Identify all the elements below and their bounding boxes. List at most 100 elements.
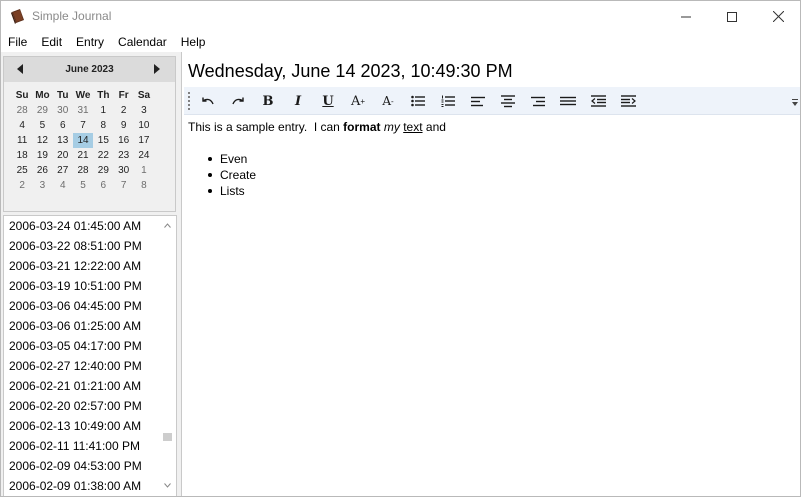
entry-list-scrollbar[interactable]: [159, 216, 176, 496]
calendar-day[interactable]: 30: [53, 103, 73, 118]
calendar-day[interactable]: 2: [113, 103, 133, 118]
calendar-month-title[interactable]: June 2023: [4, 64, 175, 75]
minimize-button[interactable]: [663, 1, 709, 32]
underline-button[interactable]: U: [316, 91, 340, 111]
calendar-day[interactable]: 7: [73, 118, 93, 133]
calendar-day[interactable]: 30: [113, 163, 133, 178]
bullets-button[interactable]: [406, 91, 430, 111]
align-center-button[interactable]: [496, 91, 520, 111]
calendar-day[interactable]: 4: [53, 178, 73, 193]
justify-button[interactable]: [556, 91, 580, 111]
menu-calendar[interactable]: Calendar: [111, 32, 174, 52]
undo-button[interactable]: [196, 91, 220, 111]
entry-list-item[interactable]: 2006-02-09 01:38:00 AM: [4, 476, 176, 496]
editor-text: This is a sample entry. I can: [188, 120, 344, 134]
weekday-label: Mo: [35, 90, 50, 101]
calendar-day[interactable]: 24: [134, 148, 154, 163]
calendar-day[interactable]: 28: [73, 163, 93, 178]
month-calendar: June 2023 Su Mo Tu We Th Fr Sa 28 29 30 …: [3, 56, 176, 212]
calendar-day[interactable]: 6: [53, 118, 73, 133]
toolbar-grip[interactable]: [188, 91, 190, 111]
calendar-day[interactable]: 9: [113, 118, 133, 133]
calendar-day[interactable]: 22: [93, 148, 113, 163]
entry-list-item[interactable]: 2006-03-24 01:45:00 AM: [4, 216, 176, 236]
calendar-day[interactable]: 28: [12, 103, 32, 118]
entry-list-item[interactable]: 2006-02-27 12:40:00 PM: [4, 356, 176, 376]
close-button[interactable]: [755, 1, 800, 32]
calendar-day[interactable]: 5: [32, 118, 52, 133]
calendar-day[interactable]: 29: [32, 103, 52, 118]
bold-button[interactable]: B: [256, 91, 280, 111]
shrink-font-label: A: [382, 94, 391, 108]
title-bar[interactable]: Simple Journal: [1, 1, 800, 32]
weekday-label: Su: [15, 90, 29, 101]
calendar-day[interactable]: 19: [32, 148, 52, 163]
menu-edit[interactable]: Edit: [34, 32, 69, 52]
italic-button[interactable]: I: [286, 91, 310, 111]
calendar-day[interactable]: 27: [53, 163, 73, 178]
calendar-day[interactable]: 26: [32, 163, 52, 178]
calendar-week: 11 12 13 14 15 16 17: [12, 133, 174, 148]
calendar-day[interactable]: 6: [93, 178, 113, 193]
entry-list-item[interactable]: 2006-03-06 01:25:00 AM: [4, 316, 176, 336]
calendar-day[interactable]: 23: [113, 148, 133, 163]
calendar-day[interactable]: 1: [134, 163, 154, 178]
menu-entry[interactable]: Entry: [69, 32, 111, 52]
calendar-day[interactable]: 31: [73, 103, 93, 118]
calendar-day[interactable]: 8: [93, 118, 113, 133]
calendar-day[interactable]: 10: [134, 118, 154, 133]
editor-list-item: Even: [206, 151, 788, 167]
entry-list-item[interactable]: 2006-02-21 01:21:00 AM: [4, 376, 176, 396]
calendar-day[interactable]: 1: [93, 103, 113, 118]
align-right-button[interactable]: [526, 91, 550, 111]
calendar-day[interactable]: 12: [32, 133, 52, 148]
menu-file[interactable]: File: [1, 32, 34, 52]
entry-list-item[interactable]: 2006-02-09 04:53:00 PM: [4, 456, 176, 476]
calendar-day[interactable]: 3: [32, 178, 52, 193]
calendar-day[interactable]: 5: [73, 178, 93, 193]
calendar-day[interactable]: 21: [73, 148, 93, 163]
scroll-thumb[interactable]: [163, 433, 172, 441]
align-left-icon: [471, 96, 485, 106]
calendar-day[interactable]: 11: [12, 133, 32, 148]
calendar-day[interactable]: 29: [93, 163, 113, 178]
scroll-up-icon[interactable]: [164, 223, 171, 228]
menu-help[interactable]: Help: [174, 32, 213, 52]
increase-indent-button[interactable]: [616, 91, 640, 111]
entry-list-item[interactable]: 2006-03-05 04:17:00 PM: [4, 336, 176, 356]
calendar-day[interactable]: 13: [53, 133, 73, 148]
numbering-button[interactable]: [436, 91, 460, 111]
entry-list-item[interactable]: 2006-02-11 11:41:00 PM: [4, 436, 176, 456]
decrease-indent-button[interactable]: [586, 91, 610, 111]
entry-list-item[interactable]: 2006-02-13 10:49:00 AM: [4, 416, 176, 436]
align-left-button[interactable]: [466, 91, 490, 111]
calendar-day[interactable]: 18: [12, 148, 32, 163]
calendar-header: June 2023: [4, 57, 175, 82]
scroll-down-icon[interactable]: [164, 483, 171, 488]
calendar-day[interactable]: 7: [113, 178, 133, 193]
entry-list-item[interactable]: 2006-03-22 08:51:00 PM: [4, 236, 176, 256]
calendar-day[interactable]: 3: [134, 103, 154, 118]
calendar-day[interactable]: 17: [134, 133, 154, 148]
calendar-day[interactable]: 4: [12, 118, 32, 133]
toolbar-overflow-icon[interactable]: [792, 102, 798, 106]
next-month-icon[interactable]: [154, 64, 160, 74]
entry-editor[interactable]: This is a sample entry. I can format my …: [188, 119, 788, 199]
entry-list-item[interactable]: 2006-03-21 12:22:00 AM: [4, 256, 176, 276]
maximize-button[interactable]: [709, 1, 755, 32]
entry-list-item[interactable]: 2006-03-19 10:51:00 PM: [4, 276, 176, 296]
calendar-day[interactable]: 15: [93, 133, 113, 148]
calendar-day[interactable]: 25: [12, 163, 32, 178]
calendar-day-selected[interactable]: 14: [72, 133, 94, 148]
entry-list-item[interactable]: 2006-02-20 02:57:00 PM: [4, 396, 176, 416]
entry-list-item[interactable]: 2006-03-06 04:45:00 PM: [4, 296, 176, 316]
calendar-day[interactable]: 16: [113, 133, 133, 148]
grow-font-button[interactable]: A +: [346, 91, 370, 111]
calendar-day[interactable]: 8: [134, 178, 154, 193]
shrink-font-button[interactable]: A-: [376, 91, 400, 111]
calendar-day[interactable]: 20: [53, 148, 73, 163]
entry-list[interactable]: 2006-03-24 01:45:00 AM 2006-03-22 08:51:…: [3, 215, 177, 496]
redo-button[interactable]: [226, 91, 250, 111]
align-right-icon: [531, 96, 545, 106]
calendar-day[interactable]: 2: [12, 178, 32, 193]
